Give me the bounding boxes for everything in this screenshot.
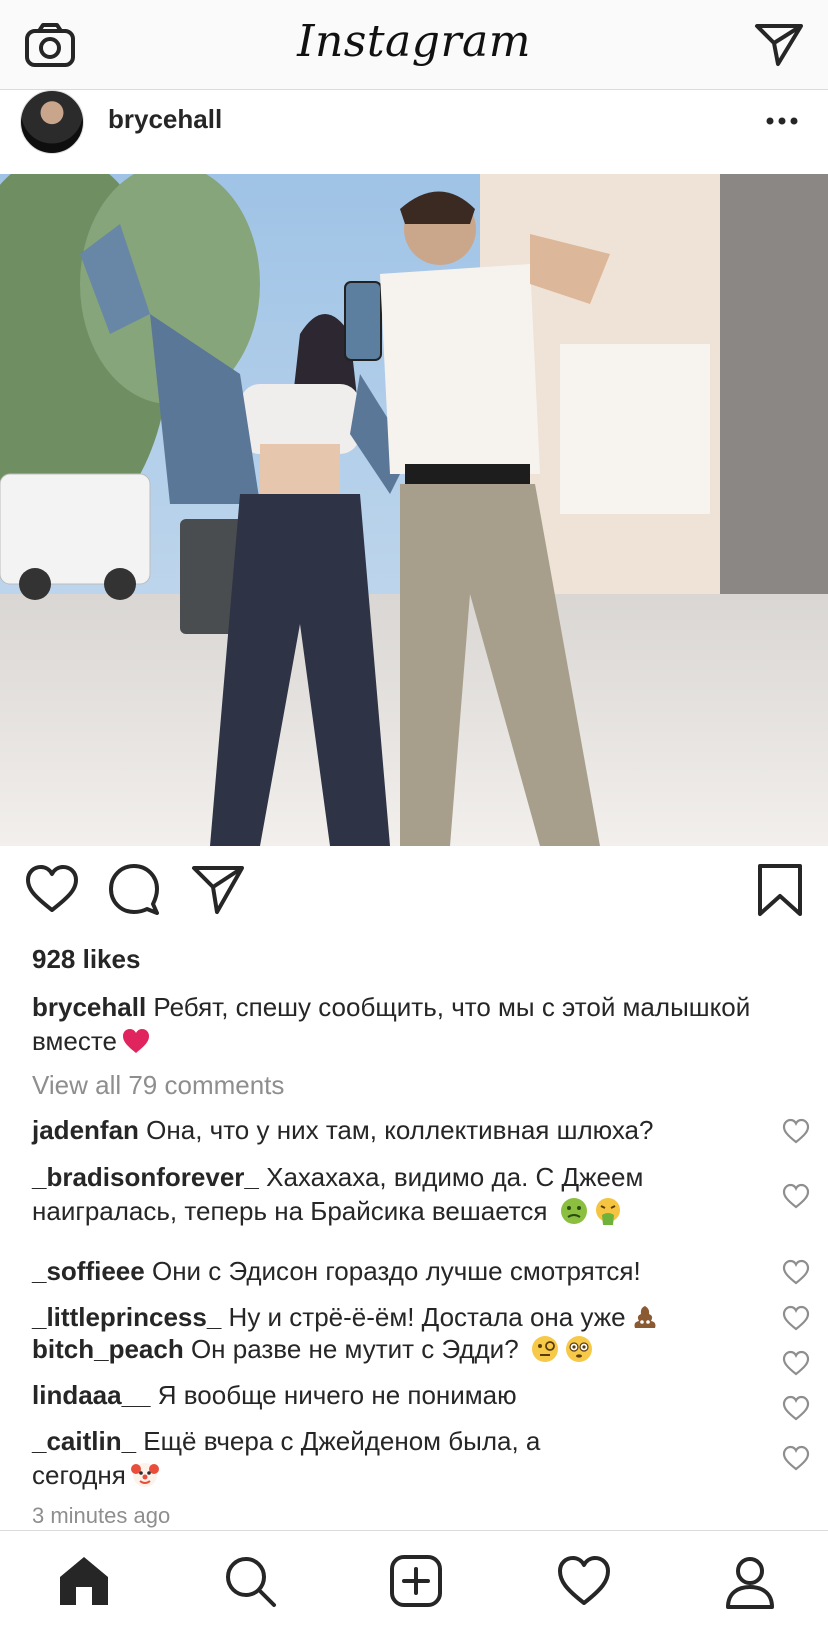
post-timestamp: 3 minutes ago (32, 1503, 171, 1528)
comment-item: _soffieee Они с Эдисон гораздо лучше смо… (32, 1254, 752, 1288)
activity-heart-icon[interactable] (556, 1553, 612, 1609)
comment-username[interactable]: jadenfan (32, 1115, 139, 1145)
comment-username[interactable]: _caitlin_ (32, 1426, 136, 1456)
bottom-tab-bar (0, 1530, 828, 1636)
comment-like-icon[interactable] (782, 1259, 810, 1285)
post-caption: brycehall Ребят, спешу сообщить, что мы … (32, 990, 792, 1058)
view-all-comments-link[interactable]: View all 79 comments (32, 1070, 284, 1101)
poo-icon (634, 1306, 656, 1328)
comment-item: _caitlin_ Ещё вчера с Джейденом была, а … (32, 1424, 592, 1492)
comment-text: Он разве не мутит с Эдди? (190, 1334, 519, 1364)
comment-text: Она, что у них там, коллективная шлюха? (146, 1115, 654, 1145)
share-icon[interactable] (190, 862, 246, 918)
comment-like-icon[interactable] (782, 1118, 810, 1144)
comment-icon[interactable] (106, 862, 162, 918)
nauseated-face-icon (560, 1198, 587, 1224)
post-image[interactable] (0, 174, 828, 846)
profile-icon[interactable] (722, 1553, 778, 1609)
heart-icon[interactable] (24, 862, 80, 918)
comment-item: bitch_peach Он разве не мутит с Эдди? (32, 1332, 752, 1366)
post-header: brycehall (0, 90, 828, 174)
post-username[interactable]: brycehall (108, 104, 222, 135)
comment-text: Они с Эдисон гораздо лучше смотрятся! (151, 1256, 641, 1286)
comment-item: _littleprincess_ Ну и стрё-ё-ём! Достала… (32, 1300, 752, 1334)
comment-text: Я вообще ничего не понимаю (157, 1380, 517, 1410)
red-heart-icon (122, 1029, 149, 1053)
vomiting-face-icon (595, 1198, 620, 1225)
search-icon[interactable] (222, 1553, 278, 1609)
comment-like-icon[interactable] (782, 1445, 810, 1471)
comment-like-icon[interactable] (782, 1350, 810, 1376)
top-navigation-bar: Instagram (0, 0, 828, 90)
comment-like-icon[interactable] (782, 1305, 810, 1331)
comment-item: _bradisonforever_ Хахахаха, видимо да. С… (32, 1160, 752, 1228)
add-post-icon[interactable] (388, 1553, 444, 1609)
likes-count[interactable]: 928 likes (32, 944, 140, 975)
comment-item: jadenfan Она, что у них там, коллективна… (32, 1113, 752, 1147)
app-title: Instagram (297, 16, 531, 67)
avatar[interactable] (20, 90, 84, 154)
comment-username[interactable]: lindaaa__ (32, 1380, 151, 1410)
comment-username[interactable]: _littleprincess_ (32, 1302, 221, 1332)
comment-username[interactable]: _bradisonforever_ (32, 1162, 259, 1192)
comment-like-icon[interactable] (782, 1183, 810, 1209)
bookmark-icon[interactable] (752, 862, 808, 918)
face-with-monocle-icon (531, 1336, 558, 1362)
post-action-bar (0, 862, 828, 926)
comment-like-icon[interactable] (782, 1395, 810, 1421)
caption-username[interactable]: brycehall (32, 992, 146, 1022)
flushed-face-icon (565, 1336, 592, 1362)
comment-item: lindaaa__ Я вообще ничего не понимаю (32, 1378, 752, 1412)
clown-face-icon (130, 1463, 159, 1487)
comment-text: Ну и стрё-ё-ём! Достала она уже (228, 1302, 626, 1332)
post-photo-illustration (0, 174, 828, 846)
home-icon[interactable] (56, 1553, 112, 1609)
comment-username[interactable]: _soffieee (32, 1256, 145, 1286)
direct-message-icon[interactable] (754, 22, 804, 68)
comment-username[interactable]: bitch_peach (32, 1334, 184, 1364)
more-options-icon[interactable] (762, 106, 802, 136)
